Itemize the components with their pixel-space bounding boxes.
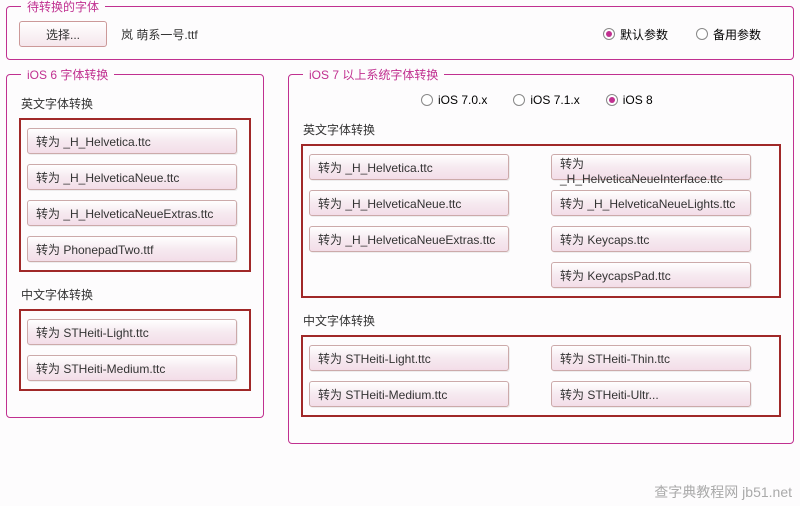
convert-button[interactable]: 转为 _H_HelveticaNeueExtras.ttc <box>309 226 509 252</box>
radio-dot-icon <box>606 94 618 106</box>
radio-ios8[interactable]: iOS 8 <box>606 93 653 107</box>
convert-button[interactable]: 转为 _H_HelveticaNeue.ttc <box>27 164 237 190</box>
convert-button[interactable]: 转为 _H_HelveticaNeueLights.ttc <box>551 190 751 216</box>
convert-button[interactable]: 转为 _H_HelveticaNeueExtras.ttc <box>27 200 237 226</box>
radio-label: 备用参数 <box>713 26 761 43</box>
convert-button[interactable]: 转为 STHeiti-Light.ttc <box>309 345 509 371</box>
radio-dot-icon <box>603 28 615 40</box>
convert-button[interactable]: 转为 _H_HelveticaNeueInterface.ttc <box>551 154 751 180</box>
convert-button[interactable]: 转为 STHeiti-Light.ttc <box>27 319 237 345</box>
radio-label: 默认参数 <box>620 26 668 43</box>
convert-button[interactable]: 转为 STHeiti-Medium.ttc <box>27 355 237 381</box>
ios7-cn-label: 中文字体转换 <box>303 312 781 329</box>
convert-button[interactable]: 转为 KeycapsPad.ttc <box>551 262 751 288</box>
ios6-cn-box: 转为 STHeiti-Light.ttc 转为 STHeiti-Medium.t… <box>19 309 251 391</box>
radio-backup-params[interactable]: 备用参数 <box>696 26 761 43</box>
ios-version-radio-group: iOS 7.0.x iOS 7.1.x iOS 8 <box>421 93 781 107</box>
ios7-cn-box: 转为 STHeiti-Light.ttc 转为 STHeiti-Thin.ttc… <box>301 335 781 417</box>
radio-ios70[interactable]: iOS 7.0.x <box>421 93 487 107</box>
radio-ios71[interactable]: iOS 7.1.x <box>513 93 579 107</box>
source-font-row: 选择... 岚 萌系一号.ttf 默认参数 备用参数 <box>19 21 781 47</box>
radio-dot-icon <box>421 94 433 106</box>
ios6-group: iOS 6 字体转换 英文字体转换 转为 _H_Helvetica.ttc 转为… <box>6 74 264 418</box>
watermark-text: 查字典教程网 jb51.net <box>654 482 792 502</box>
ios7-en-label: 英文字体转换 <box>303 121 781 138</box>
ios7-en-box: 转为 _H_Helvetica.ttc 转为 _H_HelveticaNeueI… <box>301 144 781 298</box>
convert-button[interactable]: 转为 STHeiti-Ultr... <box>551 381 751 407</box>
source-font-legend: 待转换的字体 <box>21 0 105 15</box>
ios6-legend: iOS 6 字体转换 <box>21 66 114 83</box>
convert-button[interactable]: 转为 STHeiti-Medium.ttc <box>309 381 509 407</box>
ios7-legend: iOS 7 以上系统字体转换 <box>303 66 444 83</box>
ios6-en-label: 英文字体转换 <box>21 95 251 112</box>
choose-file-button[interactable]: 选择... <box>19 21 107 47</box>
radio-label: iOS 7.1.x <box>530 93 579 107</box>
ios7-group: iOS 7 以上系统字体转换 iOS 7.0.x iOS 7.1.x iOS 8… <box>288 74 794 444</box>
radio-label: iOS 8 <box>623 93 653 107</box>
param-radio-group: 默认参数 备用参数 <box>603 26 781 43</box>
selected-filename: 岚 萌系一号.ttf <box>121 26 198 43</box>
radio-dot-icon <box>696 28 708 40</box>
radio-label: iOS 7.0.x <box>438 93 487 107</box>
convert-button[interactable]: 转为 PhonepadTwo.ttf <box>27 236 237 262</box>
convert-button[interactable]: 转为 Keycaps.ttc <box>551 226 751 252</box>
convert-button[interactable]: 转为 _H_HelveticaNeue.ttc <box>309 190 509 216</box>
grid-spacer <box>309 262 531 288</box>
radio-dot-icon <box>513 94 525 106</box>
ios6-en-box: 转为 _H_Helvetica.ttc 转为 _H_HelveticaNeue.… <box>19 118 251 272</box>
source-font-group: 待转换的字体 选择... 岚 萌系一号.ttf 默认参数 备用参数 <box>6 6 794 60</box>
convert-button[interactable]: 转为 _H_Helvetica.ttc <box>309 154 509 180</box>
radio-default-params[interactable]: 默认参数 <box>603 26 668 43</box>
ios6-cn-label: 中文字体转换 <box>21 286 251 303</box>
convert-button[interactable]: 转为 _H_Helvetica.ttc <box>27 128 237 154</box>
convert-button[interactable]: 转为 STHeiti-Thin.ttc <box>551 345 751 371</box>
